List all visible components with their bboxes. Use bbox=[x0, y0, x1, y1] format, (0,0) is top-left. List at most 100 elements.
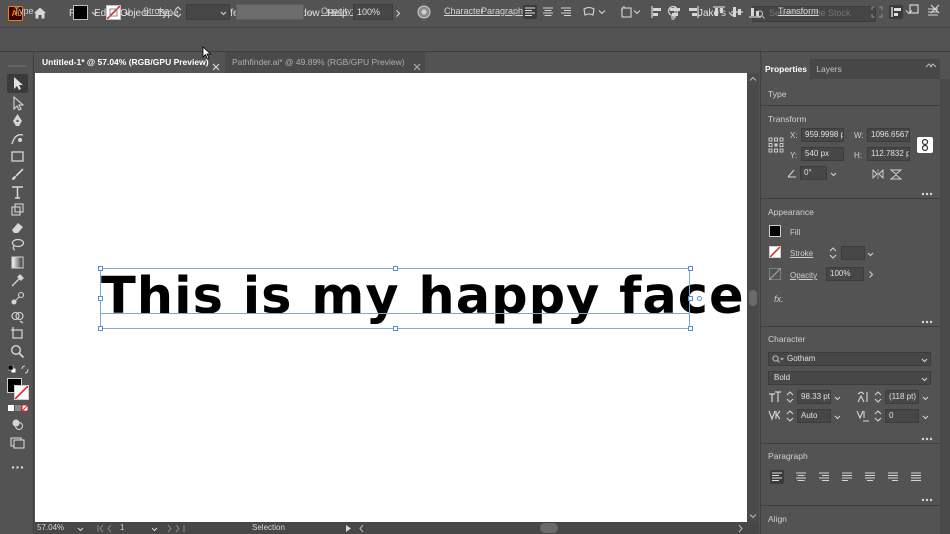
font-family-dropdown[interactable]: Gotham bbox=[768, 352, 931, 366]
vertical-scroll-thumb[interactable] bbox=[749, 290, 757, 306]
flip-vertical-icon[interactable] bbox=[889, 169, 903, 180]
align-left-icon[interactable] bbox=[523, 5, 537, 19]
stroke-link[interactable]: Stroke bbox=[790, 249, 813, 258]
stroke-swatch-tool[interactable] bbox=[14, 385, 29, 400]
scroll-down-icon[interactable] bbox=[749, 512, 757, 520]
paragraph-align-right-icon[interactable] bbox=[817, 470, 831, 484]
chevron-down-icon[interactable] bbox=[124, 9, 131, 16]
stroke-weight-stepper[interactable] bbox=[174, 4, 182, 20]
align-center-icon[interactable] bbox=[541, 5, 555, 19]
appearance-stroke-weight[interactable] bbox=[841, 246, 865, 260]
align-left-edges-icon[interactable] bbox=[650, 5, 664, 19]
text-warp-icon[interactable] bbox=[582, 5, 596, 19]
more-options-icon[interactable] bbox=[921, 316, 933, 324]
font-size-field[interactable]: 98.33 pt bbox=[797, 390, 831, 404]
x-position-field[interactable]: 959.9998 p bbox=[801, 128, 844, 142]
resize-handle[interactable] bbox=[98, 296, 103, 301]
justify-center-icon[interactable] bbox=[863, 470, 877, 484]
draw-mode-icon[interactable] bbox=[10, 417, 25, 432]
color-mode-icons[interactable] bbox=[8, 404, 29, 412]
leading-field[interactable]: (118 pt) bbox=[885, 390, 919, 404]
isolate-icon[interactable] bbox=[870, 5, 884, 19]
chevron-down-icon[interactable] bbox=[598, 5, 606, 19]
scroll-up-icon[interactable] bbox=[749, 75, 757, 83]
type-tool[interactable] bbox=[10, 185, 25, 200]
artboard-next-icons[interactable] bbox=[166, 524, 188, 533]
effects-fx-button[interactable]: fx. bbox=[774, 294, 784, 304]
more-options-icon[interactable] bbox=[921, 188, 933, 196]
chevron-down-icon[interactable] bbox=[220, 9, 227, 16]
fill-color-swatch[interactable] bbox=[73, 5, 88, 20]
swap-colors-icon[interactable] bbox=[21, 365, 30, 374]
leading-stepper[interactable] bbox=[874, 390, 882, 404]
opacity-link[interactable]: Opacity bbox=[790, 271, 817, 280]
current-tool-status[interactable]: Selection bbox=[252, 523, 285, 532]
more-options-icon[interactable] bbox=[921, 433, 933, 441]
resize-handle[interactable] bbox=[98, 326, 103, 331]
stroke-stepper[interactable] bbox=[829, 246, 837, 260]
y-position-field[interactable]: 540 px bbox=[801, 147, 844, 161]
stroke-label[interactable]: Stroke: bbox=[143, 6, 172, 16]
default-colors-icon[interactable] bbox=[7, 364, 17, 374]
chevron-down-icon[interactable] bbox=[633, 5, 641, 19]
close-tab-icon[interactable] bbox=[212, 58, 220, 71]
toolbar-grip-icon[interactable] bbox=[8, 60, 26, 67]
chevron-down-icon[interactable] bbox=[151, 525, 158, 532]
chevron-down-icon[interactable] bbox=[91, 9, 98, 16]
collapse-panel-icon[interactable] bbox=[925, 61, 937, 69]
character-panel-link[interactable]: Character bbox=[444, 6, 484, 16]
tracking-stepper[interactable] bbox=[874, 409, 882, 423]
chevron-down-icon[interactable] bbox=[922, 413, 929, 420]
opacity-field[interactable]: 100% bbox=[353, 4, 393, 20]
align-top-edges-icon[interactable] bbox=[712, 5, 726, 19]
chevron-right-icon[interactable] bbox=[345, 524, 352, 533]
direct-selection-tool[interactable] bbox=[10, 95, 25, 111]
chevron-down-icon[interactable] bbox=[830, 170, 837, 177]
resize-handle[interactable] bbox=[688, 266, 693, 271]
pen-tool[interactable] bbox=[10, 113, 25, 128]
constrain-proportions-icon[interactable] bbox=[917, 137, 933, 153]
panel-scrollbar[interactable] bbox=[940, 79, 950, 534]
zoom-tool[interactable] bbox=[10, 344, 25, 359]
paragraph-align-left-icon[interactable] bbox=[770, 470, 784, 484]
font-style-dropdown[interactable]: Bold bbox=[768, 371, 931, 385]
blend-tool[interactable] bbox=[10, 291, 25, 306]
chevron-down-icon[interactable] bbox=[307, 9, 314, 16]
resize-handle[interactable] bbox=[393, 326, 398, 331]
flip-horizontal-icon[interactable] bbox=[872, 168, 884, 180]
tab-layers[interactable]: Layers bbox=[812, 59, 846, 79]
align-horizontal-center-icon[interactable] bbox=[668, 5, 682, 19]
kerning-field[interactable]: Auto bbox=[797, 409, 831, 423]
paragraph-panel-link[interactable]: Paragraph bbox=[481, 6, 523, 16]
close-tab-icon[interactable] bbox=[413, 58, 421, 71]
align-right-icon[interactable] bbox=[559, 5, 573, 19]
rectangle-tool[interactable] bbox=[10, 149, 25, 164]
shape-mode-icon[interactable] bbox=[620, 5, 634, 19]
appearance-opacity-field[interactable]: 100% bbox=[826, 267, 864, 281]
variable-width-profile-field[interactable] bbox=[236, 4, 304, 20]
artboard-tool[interactable] bbox=[10, 326, 25, 341]
eraser-tool[interactable] bbox=[10, 220, 25, 235]
panel-menu-icon[interactable] bbox=[926, 5, 940, 19]
paragraph-align-center-icon[interactable] bbox=[794, 470, 808, 484]
font-size-stepper[interactable] bbox=[786, 390, 794, 404]
document-tab-pathfinder[interactable]: Pathfinder.ai* @ 49.89% (RGB/GPU Preview… bbox=[225, 52, 425, 73]
screen-mode-icon[interactable] bbox=[10, 435, 25, 450]
kerning-stepper[interactable] bbox=[786, 409, 794, 423]
scroll-right-icon[interactable] bbox=[737, 524, 744, 533]
chevron-down-icon[interactable] bbox=[77, 525, 84, 532]
resize-handle[interactable] bbox=[688, 326, 693, 331]
justify-left-icon[interactable] bbox=[840, 470, 854, 484]
chevron-right-icon[interactable] bbox=[868, 270, 874, 278]
resize-handle[interactable] bbox=[393, 266, 398, 271]
home-icon[interactable] bbox=[33, 6, 47, 20]
align-right-edges-icon[interactable] bbox=[686, 5, 700, 19]
tracking-field[interactable]: 0 bbox=[885, 409, 919, 423]
chevron-right-icon[interactable] bbox=[395, 9, 401, 17]
paintbrush-tool[interactable] bbox=[10, 167, 25, 182]
justify-right-icon[interactable] bbox=[886, 470, 900, 484]
scale-tool[interactable] bbox=[10, 202, 25, 217]
document-tab-untitled[interactable]: Untitled-1* @ 57.04% (RGB/GPU Preview) bbox=[35, 52, 225, 73]
arrange-documents-icon[interactable] bbox=[889, 5, 903, 19]
scroll-left-icon[interactable] bbox=[358, 524, 365, 533]
